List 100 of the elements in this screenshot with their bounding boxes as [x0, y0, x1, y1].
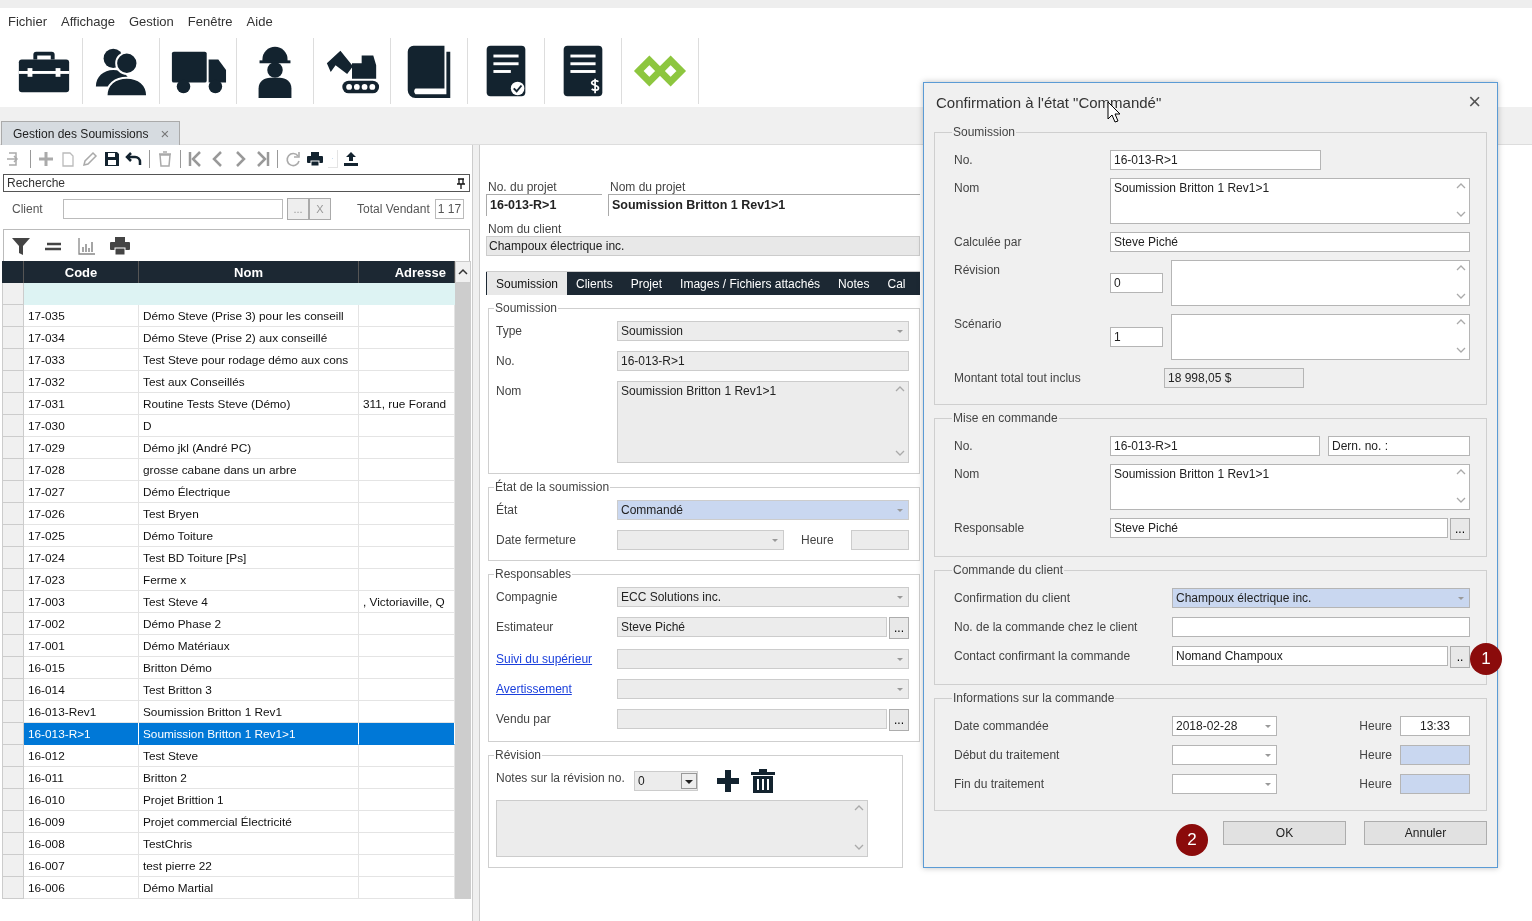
document-tab[interactable]: Gestion des Soumissions ×	[1, 121, 181, 145]
field-label: Nom	[954, 180, 981, 195]
table-row[interactable]: 17-003 Test Steve 4 , Victoriaville, Q	[2, 591, 455, 613]
dropdown[interactable]: ECC Solutions inc.	[617, 587, 909, 607]
browse-button[interactable]: ...	[889, 709, 909, 731]
tab[interactable]: Projet	[621, 272, 672, 295]
field-label: Estimateur	[496, 619, 555, 634]
table-row[interactable]: 16-013-R>1 Soumission Britton 1 Rev1>1	[2, 723, 455, 745]
table-row[interactable]: 16-010 Projet Brittion 1	[2, 789, 455, 811]
dropdown[interactable]: Champoux électrique inc.	[1172, 588, 1470, 608]
table-row[interactable]: 17-030 D	[2, 415, 455, 437]
date-picker[interactable]: 2018-02-28	[1172, 716, 1277, 736]
text-area[interactable]: Soumission Britton 1 Rev1>1	[1110, 178, 1470, 224]
tab[interactable]: Clients	[567, 272, 622, 295]
group-title: Mise en commande	[952, 411, 1059, 425]
table-row[interactable]: 17-002 Démo Phase 2	[2, 613, 455, 635]
text-field[interactable]: 18 998,05 $	[1164, 368, 1304, 388]
table-row[interactable]: 16-014 Test Britton 3	[2, 679, 455, 701]
text-field[interactable]: 16-013-R>1	[1110, 150, 1321, 170]
field-label: No.	[954, 152, 974, 167]
table-row[interactable]: 16-007 test pierre 22	[2, 855, 455, 877]
table-row[interactable]: 17-031 Routine Tests Steve (Démo) 311, rue Forand	[2, 393, 455, 415]
table-row[interactable]: 17-024 Test BD Toiture [Ps]	[2, 547, 455, 569]
column-header[interactable]: Adresse	[359, 261, 455, 283]
text-field[interactable]: Steve Piché	[617, 617, 887, 637]
text-field[interactable]: Soumission Britton 1 Rev1>1	[608, 194, 920, 216]
field-label: Calculée par	[954, 234, 1023, 249]
text-field[interactable]: Steve Piché	[1110, 518, 1448, 538]
text-field[interactable]: 16-013-R>1	[617, 351, 909, 371]
table-row[interactable]: 17-028 grosse cabane dans un arbre	[2, 459, 455, 481]
text-field[interactable]: 1 17	[434, 199, 465, 219]
table-row[interactable]: 16-013-Rev1 Soumission Britton 1 Rev1	[2, 701, 455, 723]
field-label: Nom	[954, 466, 981, 481]
menu-item[interactable]: Gestion	[122, 14, 181, 29]
dropdown[interactable]: 0	[634, 771, 698, 791]
field-label: Heure	[1359, 777, 1392, 791]
text-field[interactable]: 0	[1110, 273, 1163, 293]
tab[interactable]: Cal	[878, 272, 906, 295]
search-field[interactable]: Recherche	[3, 174, 470, 192]
text-area[interactable]: Soumission Britton 1 Rev1>1	[617, 381, 909, 463]
group-title: Commande du client	[952, 563, 1065, 577]
group-title: Responsables	[494, 567, 573, 581]
field-label: Date fermeture	[496, 532, 578, 547]
menu-item[interactable]: Fenêtre	[180, 14, 240, 29]
field-label: Fin du traitement	[954, 776, 1046, 791]
text-field[interactable]: 1	[1110, 327, 1163, 347]
table-row[interactable]: 16-012 Test Steve	[2, 745, 455, 767]
browse-button[interactable]: ..	[1450, 646, 1470, 668]
table-row[interactable]: 16-015 Britton Démo	[2, 657, 455, 679]
text-area[interactable]: Soumission Britton 1 Rev1>1	[1110, 464, 1470, 510]
link[interactable]: Avertissement	[496, 679, 617, 696]
table-row[interactable]: 17-032 Test aux Conseillés	[2, 371, 455, 393]
table-row[interactable]: 16-011 Britton 2	[2, 767, 455, 789]
text-field[interactable]: 13:33	[1400, 716, 1470, 736]
table-row[interactable]: 17-035 Démo Steve (Prise 3) pour les conseill	[2, 305, 455, 327]
group-title: Soumission	[494, 301, 559, 315]
tab[interactable]: Images / Fichiers attachés	[671, 272, 830, 295]
dropdown[interactable]: Soumission	[617, 321, 909, 341]
table-row[interactable]: 17-023 Ferme x	[2, 569, 455, 591]
table-row[interactable]: 16-006 Démo Martial	[2, 877, 455, 899]
table-row[interactable]: 16-008 TestChris	[2, 833, 455, 855]
menu-item[interactable]: Affichage	[54, 14, 122, 29]
menu-item[interactable]: Fichier	[1, 14, 54, 29]
tab[interactable]: Notes	[829, 272, 879, 295]
text-field[interactable]: Steve Piché	[1110, 232, 1470, 252]
table-cell: Soumission Britton 1 Rev1>1	[139, 723, 359, 745]
table-row[interactable]: 17-027 Démo Électrique	[2, 481, 455, 503]
field-label: Début du traitement	[954, 747, 1061, 762]
ok-button[interactable]: OK	[1223, 821, 1346, 845]
tab[interactable]: Soumission	[487, 272, 567, 295]
text-field[interactable]: Dern. no. :	[1328, 436, 1470, 456]
field-label: Contact confirmant la commande	[954, 648, 1132, 663]
table-row[interactable]: 17-025 Démo Toiture	[2, 525, 455, 547]
field-label: Montant total tout inclus	[954, 370, 1082, 385]
table-row[interactable]: 17-034 Démo Steve (Prise 2) aux conseillé	[2, 327, 455, 349]
column-header[interactable]: Nom	[139, 261, 359, 283]
table-cell: 16-013-R>1	[24, 723, 139, 745]
field-label: No. de la commande chez le client	[954, 619, 1139, 634]
table-row[interactable]: 17-001 Démo Matériaux	[2, 635, 455, 657]
column-header[interactable]: Code	[24, 261, 139, 283]
table-row[interactable]: 17-033 Test Steve pour rodage démo aux cons	[2, 349, 455, 371]
table-row[interactable]: 17-029 Démo jkl (André PC)	[2, 437, 455, 459]
close-button[interactable]: ×	[1468, 92, 1481, 112]
field-label: Heure	[801, 533, 834, 547]
text-field[interactable]: Champoux électrique inc.	[486, 236, 920, 256]
link[interactable]: Suivi du supérieur	[496, 649, 617, 666]
text-field[interactable]: 16-013-R>1	[486, 194, 602, 216]
text-field[interactable]: 16-013-R>1	[1110, 436, 1320, 456]
browse-button[interactable]: ...	[889, 617, 909, 639]
field-label: No. du projet	[487, 179, 558, 194]
field-label: Responsable	[954, 520, 1026, 535]
table-row[interactable]: 16-009 Projet commercial Électricité	[2, 811, 455, 833]
field-label: Nom du client	[487, 221, 563, 236]
cancel-button[interactable]: Annuler	[1364, 821, 1487, 845]
menu-item[interactable]: Aide	[239, 14, 280, 29]
field-label: Scénario	[954, 316, 1003, 331]
browse-button[interactable]: ...	[1450, 518, 1470, 540]
dropdown[interactable]: Commandé	[617, 500, 909, 520]
table-row[interactable]: 17-026 Test Bryen	[2, 503, 455, 525]
text-field[interactable]: Nomand Champoux	[1172, 646, 1448, 666]
